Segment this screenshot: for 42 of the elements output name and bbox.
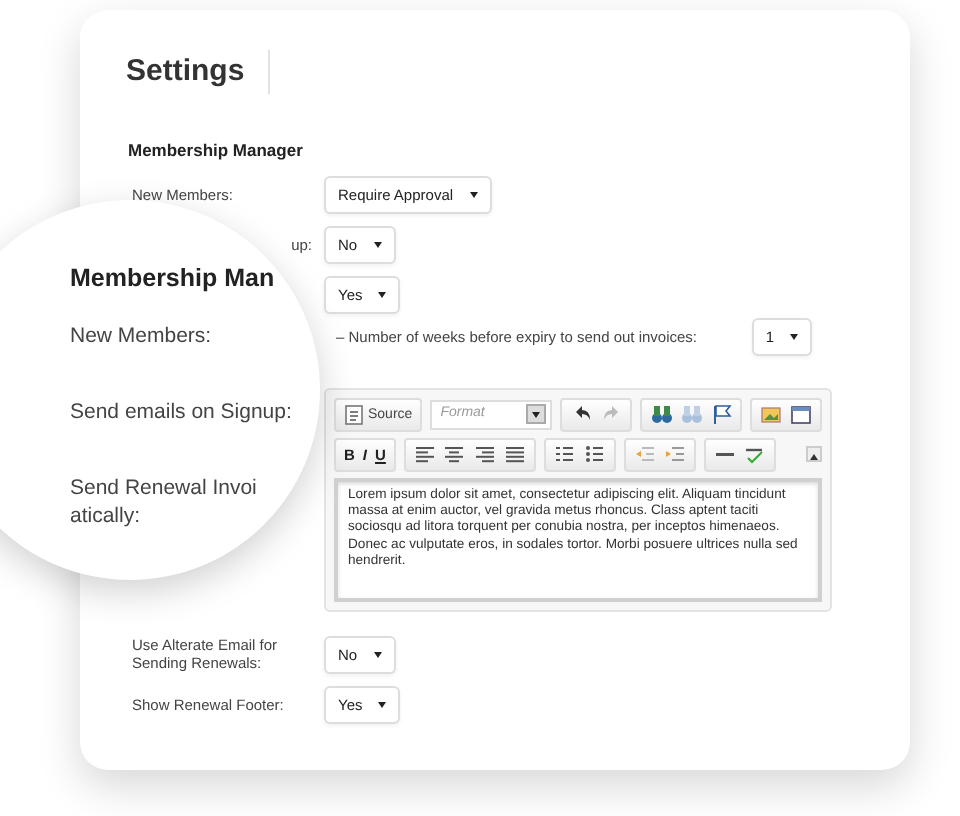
align-right-icon	[473, 443, 496, 466]
justify-button[interactable]	[501, 443, 528, 466]
align-center-icon	[443, 443, 466, 466]
spellcheck-icon	[743, 443, 766, 466]
caret-icon	[532, 411, 540, 418]
field-label: Send emails on Signup:	[70, 397, 294, 426]
document-icon	[344, 403, 364, 426]
table-button[interactable]	[788, 403, 814, 426]
collapse-button[interactable]	[806, 446, 822, 463]
replace-icon	[680, 403, 702, 426]
caret-icon	[373, 651, 382, 658]
field-label: New Members:	[70, 321, 214, 350]
triangle-icon	[810, 454, 818, 461]
section-title: Membership Manager	[128, 138, 305, 164]
outdent-icon	[633, 443, 656, 466]
page-title: Settings	[126, 51, 245, 92]
numbered-list-icon	[553, 443, 576, 466]
field-label: Send Renewal Invoi atically:	[70, 473, 259, 530]
indent-button[interactable]	[661, 443, 688, 466]
caret-icon	[378, 291, 387, 298]
align-center-button[interactable]	[441, 443, 468, 466]
image-button[interactable]	[758, 403, 784, 426]
justify-icon	[503, 443, 526, 466]
indent-icon	[663, 443, 686, 466]
spellcheck-button[interactable]	[741, 443, 768, 466]
align-left-button[interactable]	[411, 443, 438, 466]
image-icon	[760, 403, 782, 426]
anchor-button[interactable]	[708, 403, 734, 426]
numbered-list-button[interactable]	[551, 443, 578, 466]
caret-icon	[790, 333, 798, 340]
find-icon	[650, 403, 672, 426]
caret-icon	[378, 701, 387, 708]
align-left-icon	[413, 443, 436, 466]
caret-icon	[373, 241, 382, 248]
bullet-list-button[interactable]	[581, 443, 608, 466]
bullet-list-icon	[583, 443, 606, 466]
find-button[interactable]	[648, 403, 674, 426]
table-icon	[790, 403, 812, 426]
anchor-icon	[710, 403, 732, 426]
section-title: Membership Man	[70, 262, 277, 296]
caret-icon	[469, 191, 478, 198]
align-right-button[interactable]	[471, 443, 498, 466]
